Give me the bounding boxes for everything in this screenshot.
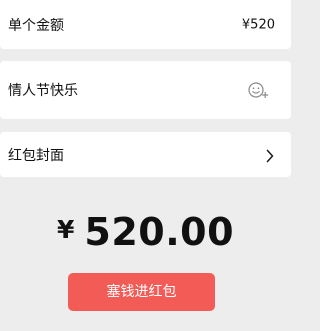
currency-symbol: ¥ [56,215,75,244]
red-packet-cover-row[interactable]: 红包封面 [0,132,291,177]
chevron-right-icon [265,148,275,162]
amount-label: 单个金额 [8,17,64,34]
red-packet-cover-label: 红包封面 [8,147,64,164]
amount-row[interactable]: 单个金额 ¥520 [0,0,291,49]
greeting-text: 情人节快乐 [8,83,78,99]
total-amount-value: 520.00 [84,210,235,254]
amount-value: ¥520 [241,17,275,32]
put-money-button[interactable]: 塞钱进红包 [68,273,215,311]
greeting-row[interactable]: 情人节快乐 [0,61,291,119]
emoji-add-icon[interactable] [247,80,269,100]
total-amount: ¥520.00 [0,210,291,254]
